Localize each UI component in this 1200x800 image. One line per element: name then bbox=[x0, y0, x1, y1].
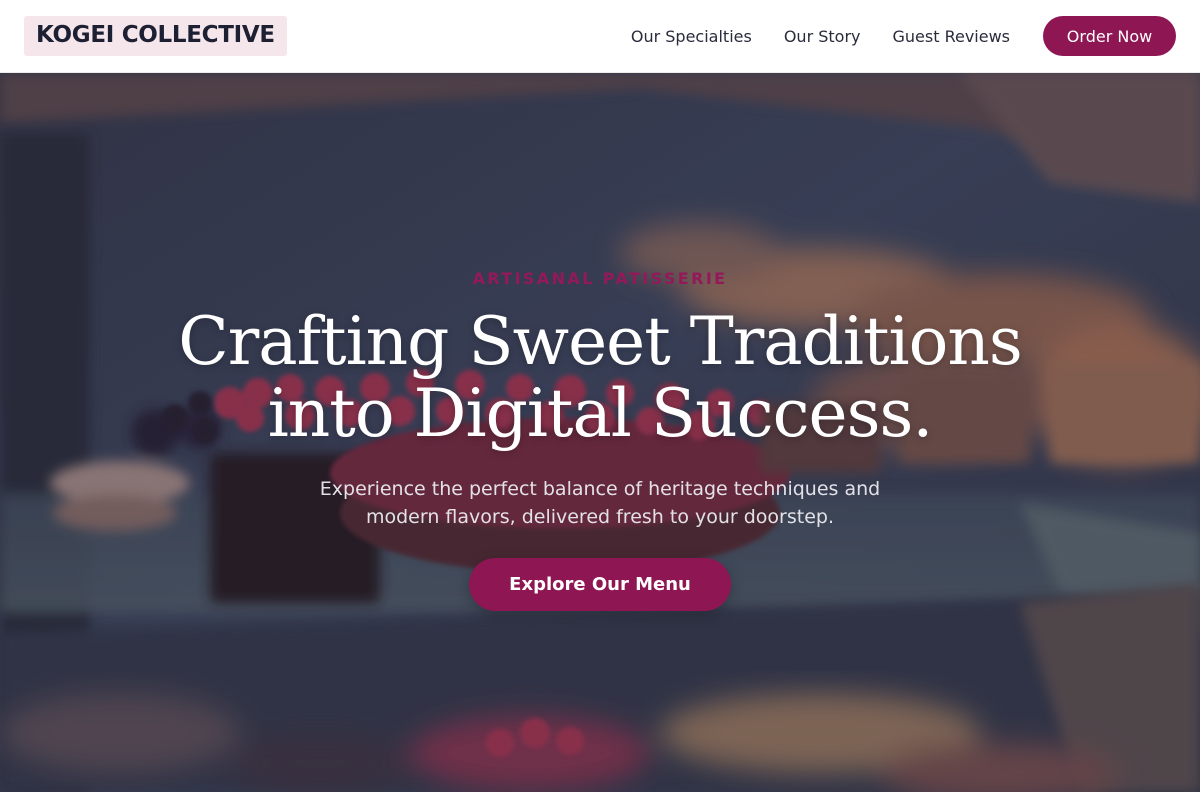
headline-line-1: Crafting Sweet Traditions bbox=[178, 303, 1023, 380]
order-now-button[interactable]: Order Now bbox=[1043, 16, 1176, 56]
explore-menu-button[interactable]: Explore Our Menu bbox=[469, 558, 731, 611]
nav-link-story[interactable]: Our Story bbox=[784, 27, 861, 46]
site-header: KOGEI COLLECTIVE Our Specialties Our Sto… bbox=[0, 0, 1200, 73]
hero-eyebrow: ARTISANAL PATISSERIE bbox=[472, 269, 728, 288]
hero-section: ARTISANAL PATISSERIE Crafting Sweet Trad… bbox=[0, 73, 1200, 792]
brand-logo[interactable]: KOGEI COLLECTIVE bbox=[24, 16, 287, 56]
nav-link-reviews[interactable]: Guest Reviews bbox=[893, 27, 1011, 46]
main-nav: Our Specialties Our Story Guest Reviews … bbox=[631, 16, 1176, 56]
hero-headline: Crafting Sweet Traditions into Digital S… bbox=[150, 306, 1050, 450]
nav-link-specialties[interactable]: Our Specialties bbox=[631, 27, 752, 46]
headline-line-2: into Digital Success. bbox=[267, 375, 934, 452]
hero-subtext: Experience the perfect balance of herita… bbox=[319, 478, 881, 528]
page-bottom-edge bbox=[0, 792, 1200, 800]
